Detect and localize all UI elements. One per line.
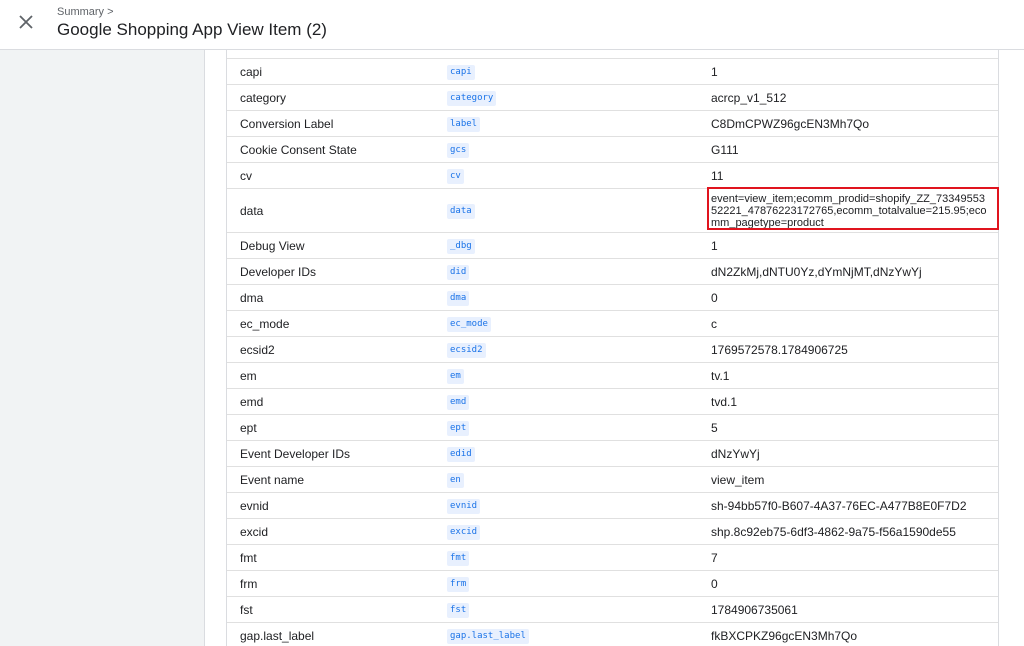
row-key: category (447, 91, 497, 106)
table-row: Event Developer IDs edid dNzYwYj (227, 441, 998, 467)
row-value: 1769572578.1784906725 (711, 342, 848, 357)
page-title: Google Shopping App View Item (2) (57, 20, 327, 39)
row-key: label (447, 117, 481, 132)
row-value: fkBXCPKZ96gcEN3Mh7Qo (711, 628, 858, 643)
row-name: Conversion Label (240, 116, 334, 131)
left-panel (0, 50, 204, 646)
row-name: cv (240, 168, 252, 183)
row-name: Debug View (240, 238, 305, 253)
row-value: c (711, 316, 717, 331)
row-name: category (240, 90, 287, 105)
row-value: 0 (711, 576, 718, 591)
row-value: tvd.1 (711, 394, 738, 409)
table-row: Cookie Consent State gcs G111 (227, 137, 998, 163)
row-name: excid (240, 524, 269, 539)
row-name: Cookie Consent State (240, 142, 357, 157)
row-key: em (447, 369, 464, 384)
row-key: frm (447, 577, 470, 592)
breadcrumb[interactable]: Summary > (57, 6, 114, 18)
row-value: G111 (711, 142, 739, 157)
row-key: did (447, 265, 470, 280)
row-value: 5 (711, 420, 718, 435)
row-value: tv.1 (711, 368, 730, 383)
table-row: excid excid shp.8c92eb75-6df3-4862-9a75-… (227, 519, 998, 545)
row-name: data (240, 203, 264, 218)
row-value: dNzYwYj (711, 446, 760, 461)
parameters-table: capi capi 1 category category acrcp_v1_5… (226, 50, 999, 646)
row-value: 1 (711, 64, 718, 79)
table-row: evnid evnid sh-94bb57f0-B607-4A37-76EC-A… (227, 493, 998, 519)
row-value: sh-94bb57f0-B607-4A37-76EC-A477B8E0F7D2 (711, 498, 967, 513)
row-value: 1 (711, 238, 718, 253)
row-key: emd (447, 395, 470, 410)
table-row: fst fst 1784906735061 (227, 597, 998, 623)
table-row: Conversion Label label C8DmCPWZ96gcEN3Mh… (227, 111, 998, 137)
table-row: Developer IDs did dN2ZkMj,dNTU0Yz,dYmNjM… (227, 259, 998, 285)
row-value: dN2ZkMj,dNTU0Yz,dYmNjMT,dNzYwYj (711, 264, 922, 279)
row-name: Developer IDs (240, 264, 317, 279)
row-key: cv (447, 169, 464, 184)
row-value: C8DmCPWZ96gcEN3Mh7Qo (711, 116, 870, 131)
table-row: category category acrcp_v1_512 (227, 85, 998, 111)
row-value: 1784906735061 (711, 602, 798, 617)
row-key: fst (447, 603, 470, 618)
row-name: ec_mode (240, 316, 290, 331)
row-name: Event name (240, 472, 305, 487)
row-key: edid (447, 447, 475, 462)
table-row: emd emd tvd.1 (227, 389, 998, 415)
row-key: gcs (447, 143, 470, 158)
row-key: _dbg (447, 239, 475, 254)
row-key: en (447, 473, 464, 488)
table-row: gap.last_label gap.last_label fkBXCPKZ96… (227, 623, 998, 646)
table-row: fmt fmt 7 (227, 545, 998, 571)
table-row: ec_mode ec_mode c (227, 311, 998, 337)
row-value: 11 (711, 168, 724, 183)
table-row: capi capi 1 (227, 59, 998, 85)
table-row: em em tv.1 (227, 363, 998, 389)
row-key: evnid (447, 499, 481, 514)
row-name: ecsid2 (240, 342, 275, 357)
row-value: shp.8c92eb75-6df3-4862-9a75-f56a1590de55 (711, 524, 956, 539)
header: Summary > Google Shopping App View Item … (0, 0, 1024, 50)
table-row: ept ept 5 (227, 415, 998, 441)
close-button[interactable] (14, 10, 38, 34)
content-panel[interactable]: capi capi 1 category category acrcp_v1_5… (204, 50, 1024, 646)
row-value: acrcp_v1_512 (711, 90, 787, 105)
table-row: Debug View _dbg 1 (227, 233, 998, 259)
row-name: evnid (240, 498, 269, 513)
row-name: fmt (240, 550, 257, 565)
row-key: ecsid2 (447, 343, 486, 358)
row-key: gap.last_label (447, 629, 529, 644)
row-key: excid (447, 525, 481, 540)
row-name: em (240, 368, 257, 383)
table-row: frm frm 0 (227, 571, 998, 597)
table-row: Event name en view_item (227, 467, 998, 493)
row-key: ec_mode (447, 317, 491, 332)
row-name: fst (240, 602, 253, 617)
row-name: capi (240, 64, 263, 79)
row-value: 0 (711, 290, 718, 305)
row-name: frm (240, 576, 258, 591)
row-name: dma (240, 290, 264, 305)
row-name: emd (240, 394, 264, 409)
row-key: ept (447, 421, 470, 436)
row-key: dma (447, 291, 470, 306)
row-value: event=view_item;ecomm_prodid=shopify_ZZ_… (711, 192, 987, 229)
row-name: gap.last_label (240, 628, 315, 643)
table-row: data data event=view_item;ecomm_prodid=s… (227, 189, 998, 233)
table-row: dma dma 0 (227, 285, 998, 311)
row-name: ept (240, 420, 257, 435)
row-key: capi (447, 65, 475, 80)
table-row (227, 50, 998, 59)
row-value: view_item (711, 472, 765, 487)
table-row: cv cv 11 (227, 163, 998, 189)
row-key: fmt (447, 551, 470, 566)
table-row: ecsid2 ecsid2 1769572578.1784906725 (227, 337, 998, 363)
row-key: data (447, 204, 475, 219)
row-name: Event Developer IDs (240, 446, 351, 461)
close-icon (19, 15, 33, 29)
row-value: 7 (711, 550, 718, 565)
